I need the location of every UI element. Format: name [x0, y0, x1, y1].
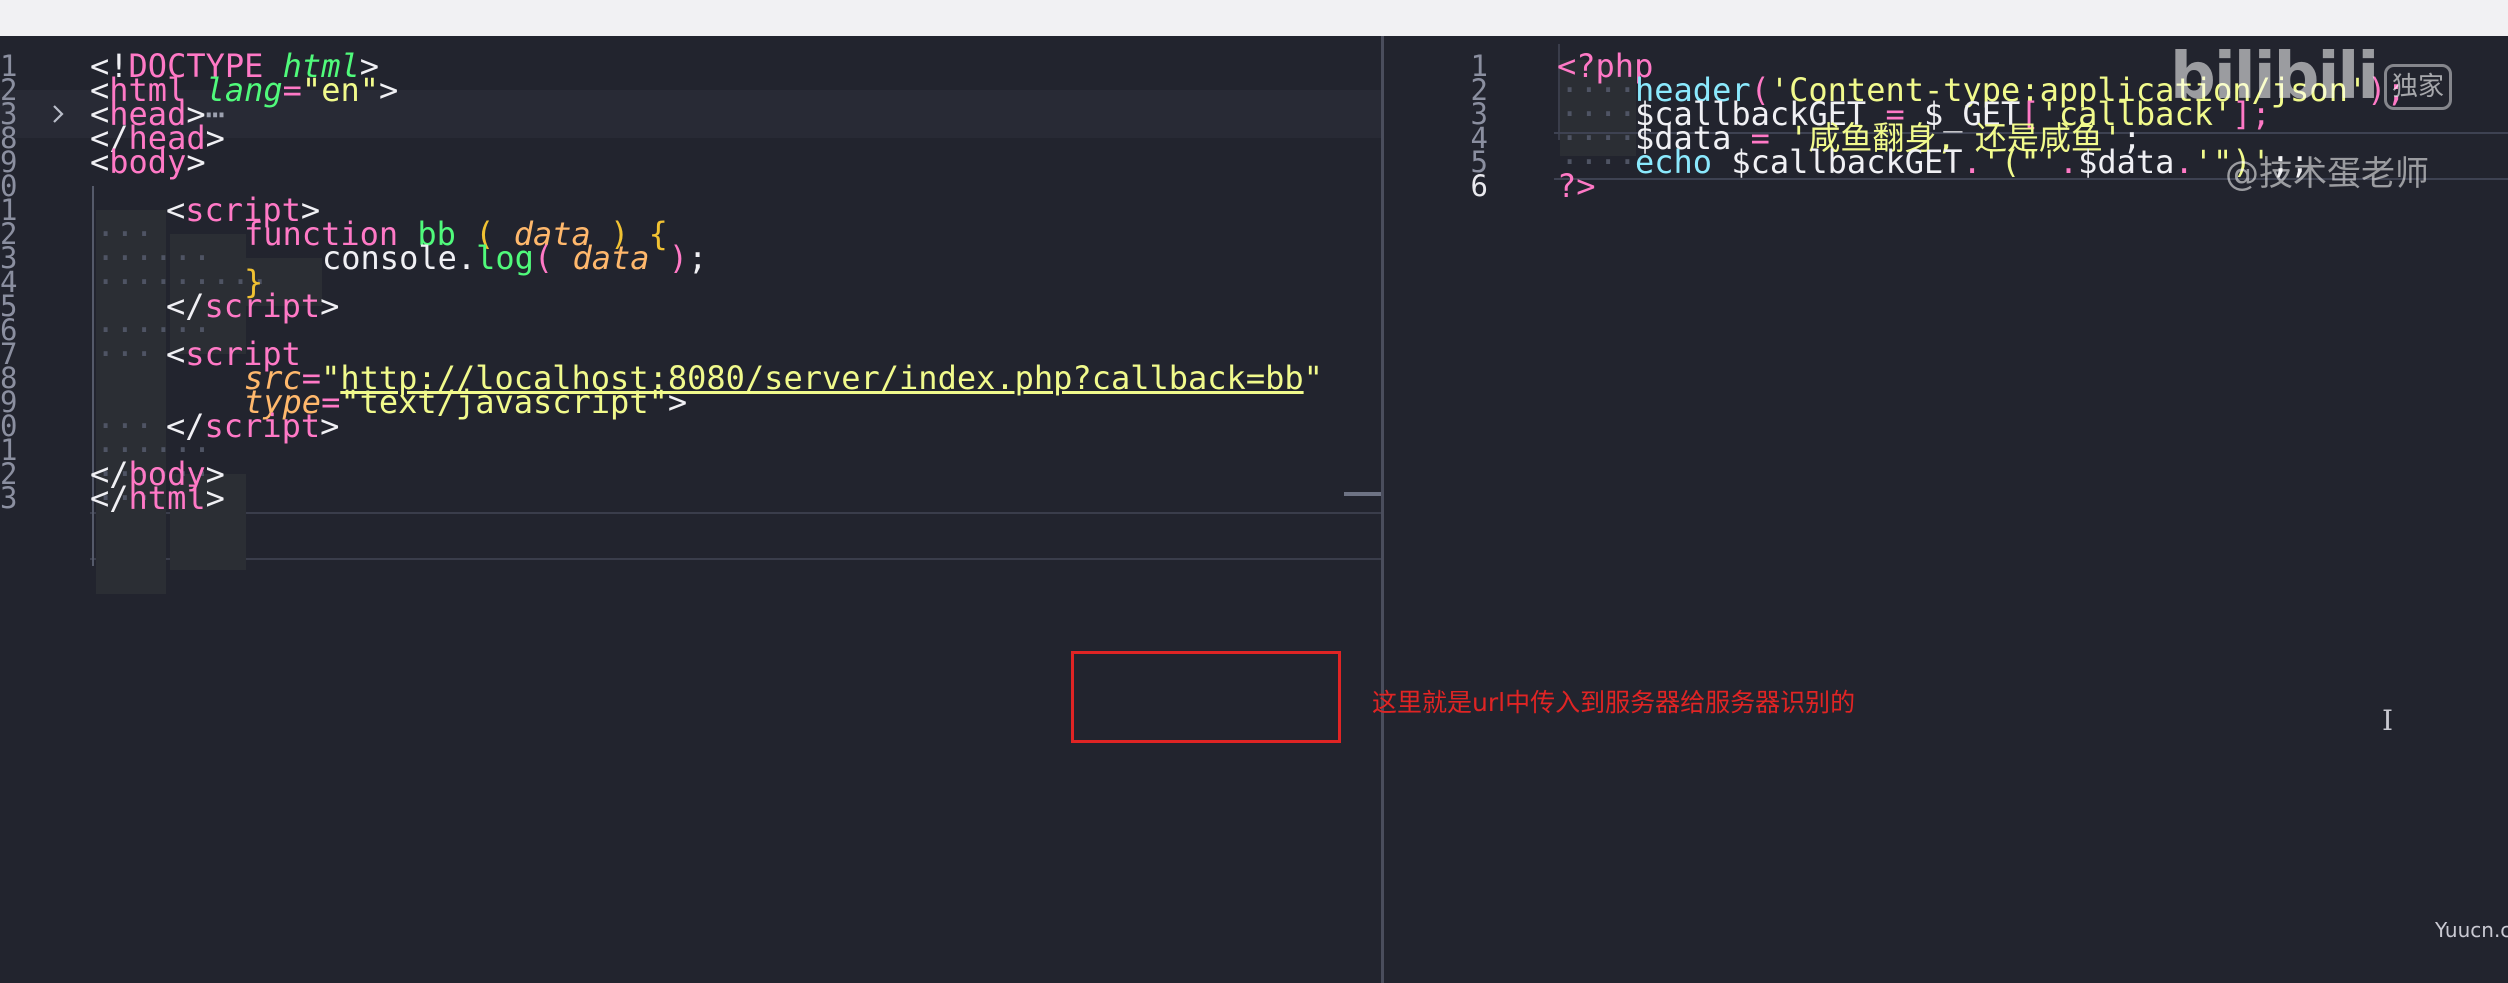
token: > [667, 383, 688, 421]
callback-highlight-box [1071, 651, 1341, 743]
line-outline-bottom [90, 558, 1381, 560]
token: > [205, 119, 225, 157]
token: . [1962, 143, 1982, 181]
text-cursor-icon: I [2382, 704, 2394, 737]
left-editor-pane[interactable]: ··· ······ ········· ······ ··· ··· ····… [0, 36, 1381, 983]
line-outline-top [90, 512, 1381, 514]
token: log [476, 239, 534, 277]
token: > [205, 479, 225, 517]
token: script [204, 407, 321, 445]
token: < [166, 335, 186, 373]
token: "en" [301, 71, 379, 109]
token: < [166, 191, 186, 229]
code-line-23[interactable]: </html> [90, 474, 225, 522]
token: body [109, 143, 187, 181]
whitespace-dots: ··· [96, 335, 154, 373]
token: . [2174, 143, 2194, 181]
token: > [320, 407, 340, 445]
author-watermark: @技术蛋老师 [2225, 154, 2429, 194]
php-line-6[interactable]: ?> [1557, 162, 1596, 210]
token: $data [2078, 143, 2175, 181]
php-line-5[interactable]: echo $callbackGET.'("'.$data.'")';; [1635, 138, 2309, 186]
line-number: 6 [1470, 169, 1488, 203]
token: ) [668, 239, 689, 277]
token: > [378, 71, 399, 109]
token: ; [688, 239, 708, 277]
token: = [282, 71, 302, 109]
code-line-20[interactable]: </script> [166, 402, 339, 450]
token: " [1303, 359, 1323, 397]
token: $callbackGET [1731, 143, 1963, 181]
token: </ [166, 287, 205, 325]
token: </ [166, 407, 205, 445]
code-line-9[interactable]: <body> [90, 138, 206, 186]
window-top-bar [0, 0, 2508, 36]
token: script [204, 287, 321, 325]
token: data [572, 239, 650, 277]
token: < [90, 143, 110, 181]
chevron-right-icon[interactable] [50, 90, 66, 138]
token: '("' [1981, 143, 2059, 181]
token: > [320, 287, 340, 325]
token: . [456, 239, 477, 277]
token: ?> [1557, 167, 1596, 205]
token: console [322, 239, 457, 277]
exclusive-badge: 独家 [2384, 64, 2452, 110]
token: . [2058, 143, 2079, 181]
code-line-13[interactable]: console.log( data ); [322, 234, 707, 282]
code-line-15[interactable]: </script> [166, 282, 339, 330]
token: </ [90, 479, 129, 517]
token: "text/javascript" [340, 383, 668, 421]
token: > [186, 143, 206, 181]
token: html [128, 479, 206, 517]
scroll-indicator[interactable] [1344, 492, 1381, 496]
bilibili-logo: bilibili [2170, 40, 2379, 114]
annotation-text: 这里就是url中传入到服务器给服务器识别的 [1372, 688, 1856, 717]
token: <? [1557, 47, 1596, 85]
corner-watermark: Yuucn.com [2435, 918, 2508, 942]
token: echo [1635, 143, 1713, 181]
line-number: 3 [0, 481, 18, 515]
token: ( [533, 239, 554, 277]
